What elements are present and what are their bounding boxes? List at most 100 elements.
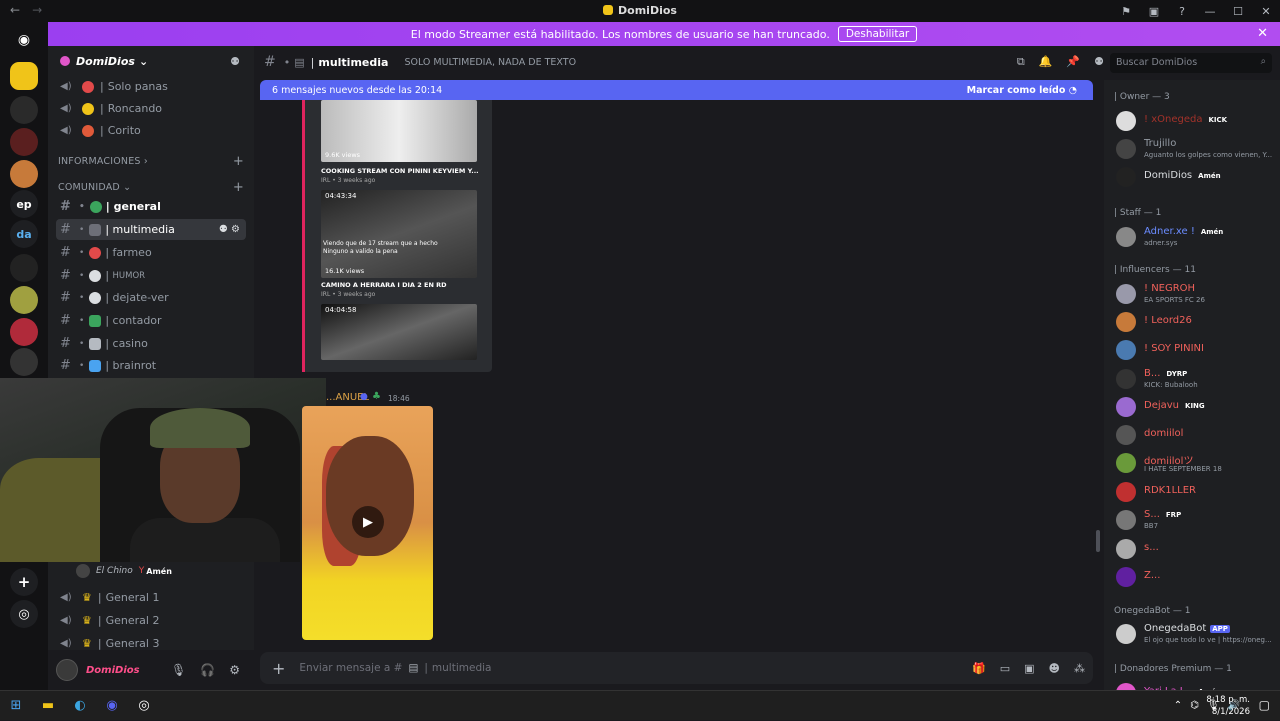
server-icon-ep[interactable]: ep (10, 190, 38, 218)
server-icon[interactable] (10, 286, 38, 314)
member-item[interactable]: B... DYRP KICK: Bubalooh (1114, 366, 1280, 394)
add-channel-icon[interactable]: + (233, 180, 244, 195)
member-item[interactable]: Yari La J...Amén (1114, 680, 1280, 690)
member-item[interactable]: ! NEGROH EA SPORTS FC 26 (1114, 281, 1280, 309)
message-composer[interactable]: + Enviar mensaje a # ▤ | multimedia 🎁 ▭ … (260, 652, 1093, 684)
apps-icon[interactable]: ⁂ (1074, 662, 1085, 675)
member-item[interactable]: ! Leord26 (1114, 309, 1280, 337)
headphones-icon[interactable]: 🎧 (200, 663, 215, 677)
member-item[interactable]: S... FRP BB7 (1114, 507, 1280, 535)
server-icon[interactable] (10, 318, 38, 346)
minimize-icon[interactable]: — (1196, 5, 1224, 18)
mark-as-read-button[interactable]: Marcar como leído ◔ (967, 85, 1077, 96)
channel-settings-icon[interactable]: ⚉ ⚙ (219, 224, 240, 235)
windows-start-icon[interactable]: ⊞ (0, 691, 32, 721)
voice-channel[interactable]: ◀) | Roncando (56, 98, 246, 119)
channel-label: multimedia (112, 223, 175, 236)
user-name[interactable]: DomiDios (86, 665, 140, 676)
discord-home-icon[interactable]: ◉ (10, 26, 38, 54)
maximize-icon[interactable]: ☐ (1224, 5, 1252, 18)
server-icon[interactable] (10, 254, 38, 282)
channel-contador[interactable]: # • | contador (56, 310, 246, 331)
member-item[interactable]: Dejavu KING (1114, 394, 1280, 422)
channel-brainrot[interactable]: # • | brainrot (56, 355, 246, 376)
emoji-icon[interactable]: ☻ (1049, 662, 1060, 675)
video-thumbnail[interactable]: 04:43:34 Viendo que de 17 stream que a h… (321, 190, 477, 278)
chevron-up-icon[interactable]: ⌃ (1174, 700, 1182, 711)
member-item[interactable]: s... (1114, 536, 1280, 564)
voice-channel-general-1[interactable]: ◀) ♛ | General 1 (56, 587, 246, 608)
member-item[interactable]: Trujillo Aguanto los golpes como vienen, … (1114, 136, 1280, 164)
bell-icon[interactable]: 🔔 (1039, 55, 1053, 69)
video-attachment[interactable]: ▶ (302, 406, 433, 640)
video-title[interactable]: CAMINO A HERRARA I DIA 2 EN RD (321, 281, 491, 289)
member-item[interactable]: DomiDios Amén (1114, 164, 1280, 192)
avatar[interactable] (56, 659, 78, 681)
member-item[interactable]: RDK1LLER (1114, 479, 1280, 507)
gift-icon[interactable]: 🎁 (972, 662, 986, 675)
member-item[interactable]: Z... (1114, 564, 1280, 592)
obs-icon[interactable]: ◎ (128, 691, 160, 721)
clock[interactable]: 8:18 p. m. 8/1/2026 (1206, 694, 1250, 718)
screen-icon[interactable]: ▣ (1140, 5, 1168, 18)
member-item[interactable]: ! xOnegeda KICK (1114, 108, 1280, 136)
edge-icon[interactable]: ◐ (64, 691, 96, 721)
channel-multimedia[interactable]: # • | multimedia ⚉ ⚙ (56, 219, 246, 240)
gear-icon[interactable]: ⚙ (229, 663, 240, 677)
new-messages-bar[interactable]: 6 mensajes nuevos desde las 20:14 Marcar… (260, 80, 1093, 100)
channel-topic[interactable]: SOLO MULTIMEDIA, NADA DE TEXTO (404, 57, 576, 68)
video-thumbnail[interactable]: 9.6K views (321, 100, 477, 162)
sticker-icon[interactable]: ▣ (1024, 662, 1034, 675)
add-friend-icon[interactable]: ⚉ (230, 55, 240, 68)
file-explorer-icon[interactable]: ▬ (32, 691, 64, 721)
add-server-icon[interactable]: + (10, 568, 38, 596)
channel-casino[interactable]: # • | casino (56, 333, 246, 354)
speaker-icon: ◀) (60, 125, 72, 136)
discover-icon[interactable]: ◎ (10, 600, 38, 628)
server-icon-da[interactable]: da (10, 220, 38, 248)
channel-dejate-ver[interactable]: # • | dejate-ver (56, 287, 246, 308)
server-icon[interactable] (10, 96, 38, 124)
close-window-icon[interactable]: ✕ (1252, 5, 1280, 18)
video-thumbnail[interactable]: 04:04:58 (321, 304, 477, 360)
server-icon[interactable] (10, 348, 38, 376)
gif-icon[interactable]: ▭ (1000, 662, 1010, 675)
close-banner-icon[interactable]: ✕ (1257, 26, 1268, 41)
channel-farmeo[interactable]: # • | farmeo (56, 242, 246, 263)
guild-header[interactable]: DomiDios ⌄ ⚉ (48, 46, 254, 76)
member-item[interactable]: Adner.xe ! Amén adner.sys (1114, 224, 1280, 252)
pin-icon[interactable]: 📌 (1066, 55, 1080, 69)
microphone-icon[interactable]: 🎙 (171, 663, 186, 677)
network-icon[interactable]: ⌬ (1190, 700, 1199, 711)
channel-label: casino (112, 337, 148, 350)
add-channel-icon[interactable]: + (233, 154, 244, 169)
add-attachment-icon[interactable]: + (272, 659, 285, 678)
video-title[interactable]: COOKING STREAM CON PININI KEYVIEM Y... (321, 167, 491, 175)
inbox-flag-icon[interactable]: ⚑ (1112, 5, 1140, 18)
threads-icon[interactable]: ⧉ (1017, 55, 1025, 69)
message-scrollbar[interactable] (1096, 530, 1100, 552)
category-comunidad[interactable]: COMUNIDAD ⌄ + (58, 180, 244, 195)
category-informaciones[interactable]: INFORMACIONES › + (58, 154, 244, 169)
server-icon-domidios[interactable] (10, 62, 38, 90)
member-item[interactable]: domiilol (1114, 422, 1280, 450)
play-icon[interactable]: ▶ (352, 506, 384, 538)
discord-taskbar-icon[interactable]: ◉ (96, 691, 128, 721)
voice-channel-general-2[interactable]: ◀) ♛ | General 2 (56, 610, 246, 631)
server-icon[interactable] (10, 128, 38, 156)
voice-channel[interactable]: ◀) | Corito (56, 120, 246, 141)
voice-user-row[interactable]: El Chino Y Amén (76, 564, 172, 578)
member-item[interactable]: ! SOY PININI (1114, 337, 1280, 365)
members-icon[interactable]: ⚉ (1094, 55, 1104, 69)
voice-channel[interactable]: ◀) | Solo panas (56, 76, 246, 97)
notifications-icon[interactable]: ▢ (1259, 698, 1270, 712)
help-icon[interactable]: ? (1168, 5, 1196, 18)
member-item[interactable]: OnegedaBot APP El ojo que todo lo ve | htt… (1114, 621, 1280, 649)
member-item[interactable]: domiilolツ I HATE SEPTEMBER 18 (1114, 450, 1280, 478)
channel-general[interactable]: # • | general (56, 196, 246, 217)
disable-streamer-button[interactable]: Deshabilitar (837, 26, 918, 42)
channel-humor[interactable]: # • | HUMOR (56, 265, 246, 286)
server-icon[interactable] (10, 160, 38, 188)
search-input[interactable]: Buscar DomiDios ⌕ (1110, 53, 1272, 73)
video-embed[interactable]: 9.6K views COOKING STREAM CON PININI KEY… (302, 100, 492, 372)
